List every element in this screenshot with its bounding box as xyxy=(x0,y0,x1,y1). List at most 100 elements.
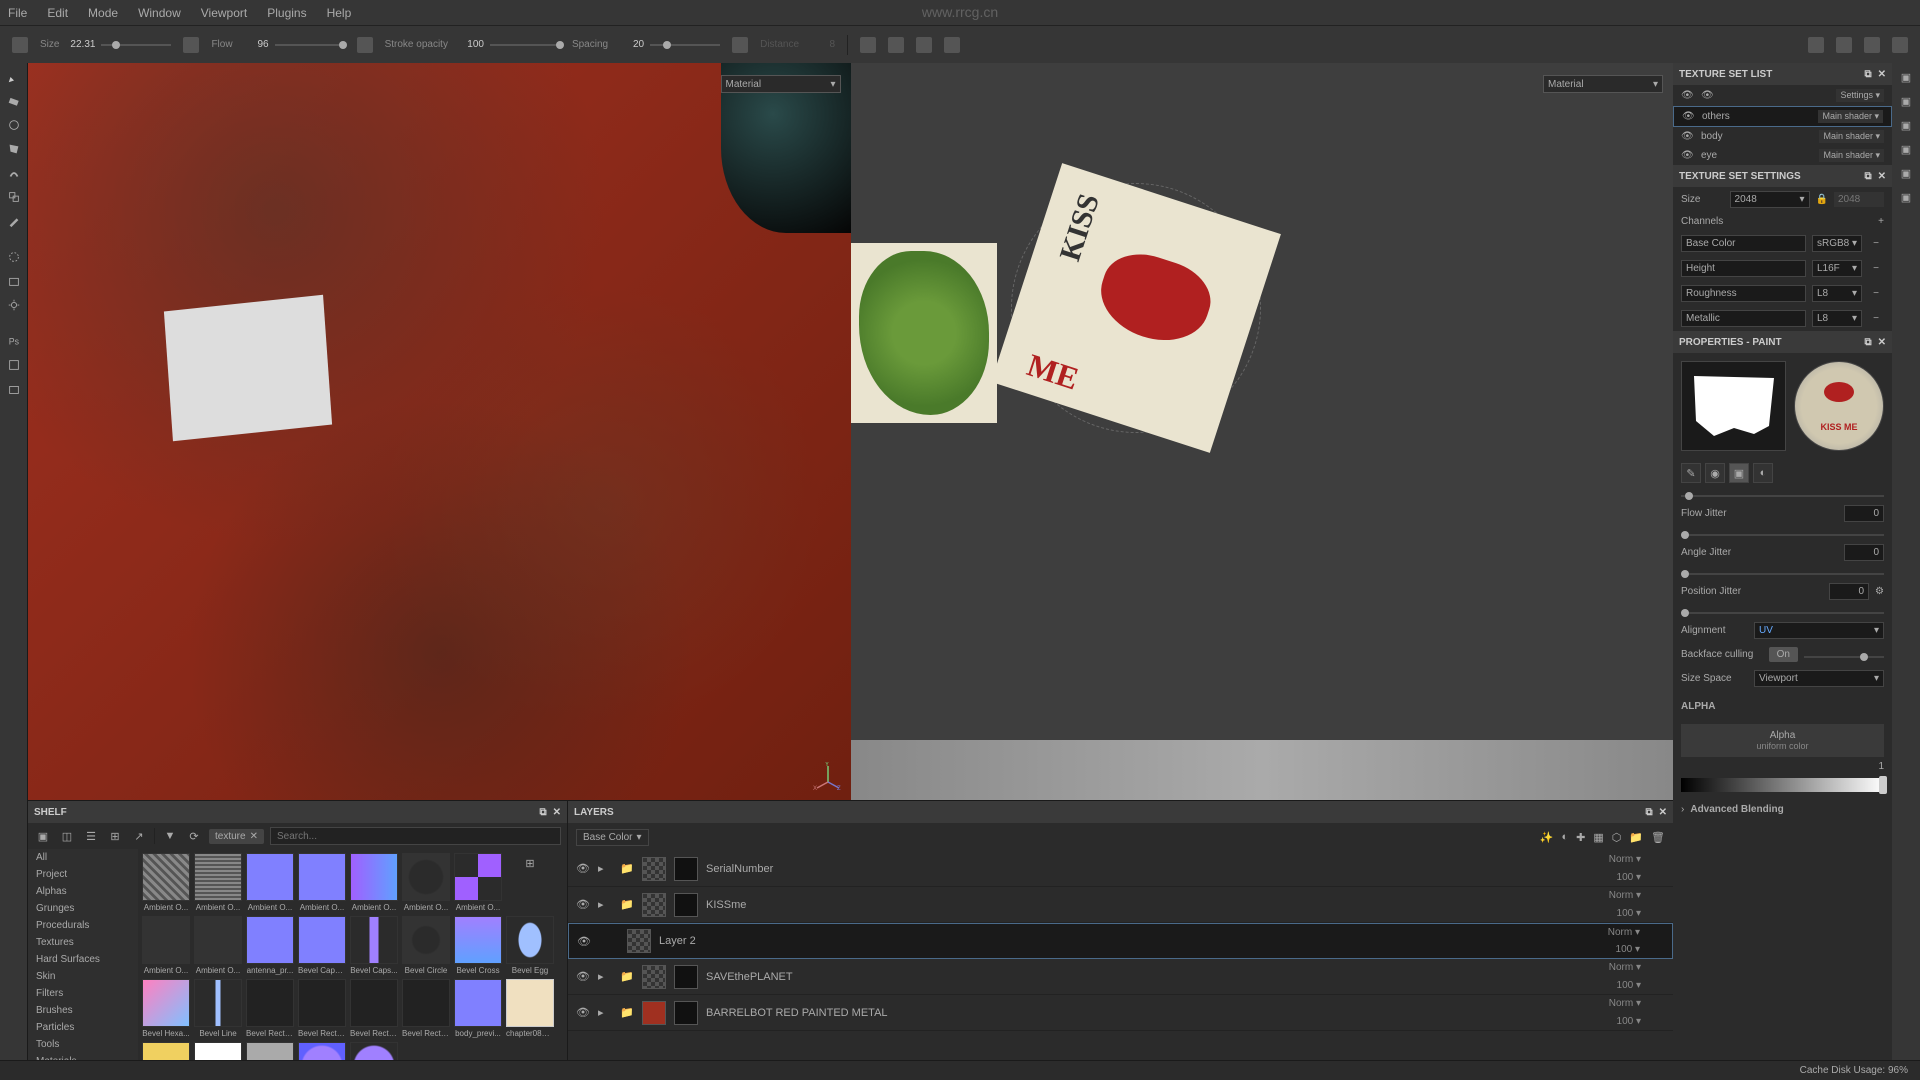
shelf-item[interactable]: Bevel Recta... xyxy=(350,979,398,1038)
layer-mask-thumb[interactable] xyxy=(674,1001,698,1025)
shelf-item[interactable]: chapter08_k... xyxy=(506,979,554,1038)
perspective-icon[interactable] xyxy=(1808,37,1824,53)
layer-opacity[interactable]: 100 ▾ xyxy=(1617,1016,1641,1027)
shelf-cat-project[interactable]: Project xyxy=(28,866,138,883)
layer-opacity[interactable]: 100 ▾ xyxy=(1616,944,1640,955)
ts-visibility-icon[interactable]: 👁 xyxy=(1681,131,1695,142)
layers-close-icon[interactable]: ✕ xyxy=(1659,807,1667,818)
position-jitter-reset-icon[interactable]: ⚙ xyxy=(1875,586,1884,597)
shelf-item[interactable]: Bevel Cross xyxy=(454,916,502,975)
layers-channel-dropdown[interactable]: Base Color▾ xyxy=(576,829,649,846)
shelf-cat-textures[interactable]: Textures xyxy=(28,934,138,951)
eraser-tool-icon[interactable] xyxy=(4,91,24,111)
layers-delete-icon[interactable]: 🗑 xyxy=(1651,831,1665,844)
advanced-blending-section[interactable]: › Advanced Blending xyxy=(1673,800,1892,819)
symmetry-settings-icon[interactable] xyxy=(916,37,932,53)
layer-mask-thumb[interactable] xyxy=(674,857,698,881)
channel-remove-icon[interactable]: − xyxy=(1868,286,1884,302)
menu-viewport[interactable]: Viewport xyxy=(201,6,247,20)
channel-format-dropdown[interactable]: sRGB8▾ xyxy=(1812,235,1862,252)
rstrip-icon-2[interactable]: ▣ xyxy=(1896,91,1916,111)
shelf-close-icon[interactable]: ✕ xyxy=(553,807,561,818)
shelf-grid-toggle[interactable]: ⊞ xyxy=(506,853,554,912)
quick-mask-icon[interactable] xyxy=(4,247,24,267)
texture-set-item[interactable]: 👁 eye Main shader ▾ xyxy=(1673,146,1892,165)
channel-name-dropdown[interactable]: Metallic xyxy=(1681,310,1806,327)
layers-add-layer-icon[interactable]: ✚ xyxy=(1576,831,1585,844)
layer-row[interactable]: 👁 ▸📁 SerialNumber Norm ▾ 100 ▾ xyxy=(568,851,1673,887)
channel-name-dropdown[interactable]: Height xyxy=(1681,260,1806,277)
ts-visibility-icon[interactable]: 👁 xyxy=(1681,150,1695,161)
angle-jitter-value[interactable]: 0 xyxy=(1844,544,1884,561)
shelf-item[interactable]: Bevel Recta... xyxy=(246,979,294,1038)
layer-blend-mode[interactable]: Norm ▾ xyxy=(1608,927,1640,938)
shelf-cat-skin[interactable]: Skin xyxy=(28,968,138,985)
iray-icon[interactable]: Ps xyxy=(4,331,24,351)
symmetry-icon[interactable] xyxy=(860,37,876,53)
shelf-import-icon[interactable]: ▣ xyxy=(34,827,52,845)
shelf-filter-icon[interactable]: ▼ xyxy=(161,827,179,845)
ts-shader-dropdown[interactable]: Main shader ▾ xyxy=(1818,110,1883,123)
rotate-icon[interactable] xyxy=(1836,37,1852,53)
shelf-item[interactable]: Bevel Recta... xyxy=(402,979,450,1038)
shelf-item[interactable]: Ambient O... xyxy=(454,853,502,912)
layer-visibility-icon[interactable]: 👁 xyxy=(577,935,591,948)
settings-icon[interactable] xyxy=(4,295,24,315)
tsl-undock-icon[interactable]: ⧉ xyxy=(1864,69,1871,80)
tsl-showall-icon[interactable]: 👁 xyxy=(1681,90,1695,101)
channel-name-dropdown[interactable]: Roughness xyxy=(1681,285,1806,302)
shelf-item[interactable]: Ambient O... xyxy=(142,853,190,912)
spacing-slider[interactable] xyxy=(650,44,720,46)
clone-tool-icon[interactable] xyxy=(4,187,24,207)
layers-undock-icon[interactable]: ⧉ xyxy=(1645,807,1652,818)
layer-blend-mode[interactable]: Norm ▾ xyxy=(1609,998,1641,1009)
shelf-export-icon[interactable]: ↗ xyxy=(130,827,148,845)
layers-add-smart-icon[interactable]: ⬡ xyxy=(1612,831,1622,844)
layer-row[interactable]: 👁 ▸📁 SAVEthePLANET Norm ▾ 100 ▾ xyxy=(568,959,1673,995)
viewport-3d-material-dropdown[interactable]: Material▾ xyxy=(721,75,841,93)
texture-set-item[interactable]: 👁 body Main shader ▾ xyxy=(1673,127,1892,146)
shelf-item[interactable]: antenna_pr... xyxy=(246,916,294,975)
prop-tab-material[interactable]: ◐ xyxy=(1753,463,1773,483)
resource-icon[interactable] xyxy=(4,379,24,399)
shelf-item[interactable]: chapter08_s... xyxy=(246,1042,294,1060)
layer-mask-thumb[interactable] xyxy=(674,893,698,917)
shelf-item[interactable]: Bevel Hexa... xyxy=(142,979,190,1038)
shelf-cat-all[interactable]: All xyxy=(28,849,138,866)
shelf-cat-hardsurf[interactable]: Hard Surfaces xyxy=(28,951,138,968)
ts-visibility-icon[interactable]: 👁 xyxy=(1682,111,1696,122)
tss-close-icon[interactable]: ✕ xyxy=(1878,171,1886,182)
shelf-cat-tools[interactable]: Tools xyxy=(28,1036,138,1053)
ts-shader-dropdown[interactable]: Main shader ▾ xyxy=(1819,149,1884,162)
shelf-cat-grunges[interactable]: Grunges xyxy=(28,900,138,917)
layers-add-folder-icon[interactable]: 📁 xyxy=(1629,831,1643,844)
material-picker-icon[interactable] xyxy=(4,211,24,231)
shelf-item[interactable]: chapter08_... xyxy=(194,1042,242,1060)
shelf-view2-icon[interactable]: ☰ xyxy=(82,827,100,845)
layer-mask-thumb[interactable] xyxy=(674,965,698,989)
brush-preset-icon[interactable] xyxy=(12,37,28,53)
shelf-undock-icon[interactable]: ⧉ xyxy=(539,807,546,818)
backface-toggle[interactable]: On xyxy=(1769,647,1798,662)
props-close-icon[interactable]: ✕ xyxy=(1878,337,1886,348)
shelf-refresh-icon[interactable]: ⟳ xyxy=(185,827,203,845)
alpha-gradient-slider[interactable] xyxy=(1681,778,1884,792)
folder-toggle-icon[interactable]: ▸ xyxy=(598,862,612,875)
menu-edit[interactable]: Edit xyxy=(47,6,68,20)
channel-remove-icon[interactable]: − xyxy=(1868,311,1884,327)
export-icon[interactable] xyxy=(4,355,24,375)
shelf-cat-materials[interactable]: Materials xyxy=(28,1053,138,1060)
sizespace-dropdown[interactable]: Viewport▾ xyxy=(1754,670,1884,687)
alignment-dropdown[interactable]: UV▾ xyxy=(1754,622,1884,639)
tss-lock-icon[interactable]: 🔒 xyxy=(1816,194,1828,205)
layer-opacity[interactable]: 100 ▾ xyxy=(1617,872,1641,883)
shelf-item[interactable]: Ambient O... xyxy=(194,916,242,975)
position-jitter-slider[interactable] xyxy=(1681,612,1884,614)
shelf-view1-icon[interactable]: ◫ xyxy=(58,827,76,845)
shelf-filter-tag[interactable]: texture✕ xyxy=(209,829,264,844)
layer-opacity[interactable]: 100 ▾ xyxy=(1617,908,1641,919)
shelf-cat-brushes[interactable]: Brushes xyxy=(28,1002,138,1019)
flow-value[interactable]: 96 xyxy=(239,39,269,50)
position-jitter-value[interactable]: 0 xyxy=(1829,583,1869,600)
shelf-item[interactable]: Bevel Egg xyxy=(506,916,554,975)
